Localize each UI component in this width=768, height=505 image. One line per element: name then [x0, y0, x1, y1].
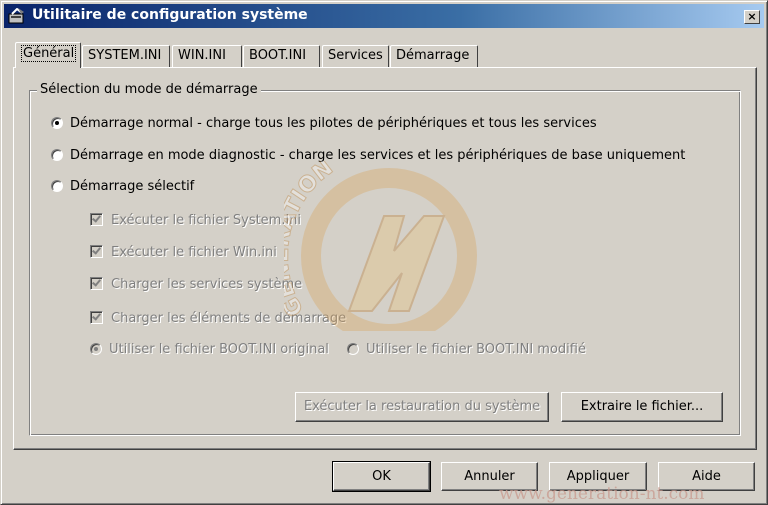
system-services-checkbox-row[interactable]: Charger les services système [90, 277, 302, 293]
title-bar[interactable]: Utilitaire de configuration système × [4, 4, 764, 28]
ok-button[interactable]: OK [332, 461, 431, 492]
normal-startup-radio[interactable] [51, 117, 63, 129]
selective-startup-label: Démarrage sélectif [70, 179, 195, 194]
selective-startup-radio[interactable] [51, 180, 63, 192]
system-services-checkbox[interactable] [90, 277, 103, 290]
startup-items-checkbox-label: Charger les éléments de démarrage [111, 311, 347, 326]
boot-ini-modified-option[interactable]: Utiliser le fichier BOOT.INI modifié [347, 342, 586, 358]
system-restore-button[interactable]: Exécuter la restauration du système [295, 392, 549, 422]
diagnostic-startup-label: Démarrage en mode diagnostic - charge le… [70, 148, 686, 163]
system-services-checkbox-label: Charger les services système [111, 277, 303, 292]
tab-boot-ini[interactable]: BOOT.INI [243, 45, 320, 67]
tab-general[interactable]: Général [15, 42, 81, 68]
boot-ini-original-label: Utiliser le fichier BOOT.INI original [109, 342, 329, 357]
apply-button[interactable]: Appliquer [549, 462, 647, 491]
system-ini-checkbox-row[interactable]: Exécuter le fichier System.ini [90, 213, 301, 229]
normal-startup-label: Démarrage normal - charge tous les pilot… [70, 116, 597, 131]
tab-general-label: Général [21, 45, 77, 62]
win-ini-checkbox-row[interactable]: Exécuter le fichier Win.ini [90, 245, 277, 261]
boot-ini-modified-label: Utiliser le fichier BOOT.INI modifié [366, 342, 586, 357]
help-button[interactable]: Aide [658, 462, 755, 491]
tab-demarrage[interactable]: Démarrage [390, 45, 478, 67]
boot-ini-original-radio[interactable] [90, 343, 102, 355]
selective-startup-option[interactable]: Démarrage sélectif [51, 179, 194, 195]
startup-mode-legend: Sélection du mode de démarrage [37, 82, 261, 97]
system-ini-checkbox[interactable] [90, 213, 103, 226]
system-config-window: Utilitaire de configuration système × Gé… [0, 0, 768, 505]
cancel-button[interactable]: Annuler [441, 462, 538, 491]
boot-ini-modified-radio[interactable] [347, 343, 359, 355]
diagnostic-startup-option[interactable]: Démarrage en mode diagnostic - charge le… [51, 148, 685, 164]
boot-ini-original-option[interactable]: Utiliser le fichier BOOT.INI original [90, 342, 329, 358]
win-ini-checkbox-label: Exécuter le fichier Win.ini [111, 245, 277, 260]
win-ini-checkbox[interactable] [90, 245, 103, 258]
normal-startup-option[interactable]: Démarrage normal - charge tous les pilot… [51, 116, 597, 132]
startup-items-checkbox[interactable] [90, 311, 103, 324]
startup-items-checkbox-row[interactable]: Charger les éléments de démarrage [90, 311, 346, 327]
extract-file-button[interactable]: Extraire le fichier... [561, 392, 723, 422]
tab-win-ini[interactable]: WIN.INI [172, 45, 242, 67]
window-title: Utilitaire de configuration système [32, 7, 308, 23]
tab-services[interactable]: Services [322, 45, 389, 67]
tab-system-ini[interactable]: SYSTEM.INI [82, 45, 170, 67]
diagnostic-startup-radio[interactable] [51, 149, 63, 161]
startup-mode-groupbox [29, 90, 741, 436]
msconfig-app-icon [8, 8, 24, 24]
system-ini-checkbox-label: Exécuter le fichier System.ini [111, 213, 301, 228]
close-button[interactable]: × [744, 10, 760, 24]
